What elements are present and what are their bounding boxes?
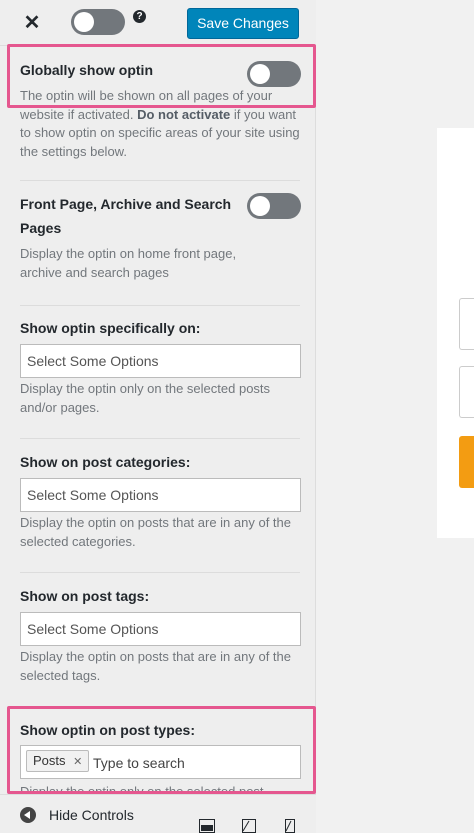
optin-activate-toggle[interactable]: [71, 9, 125, 35]
chip-remove-icon[interactable]: ✕: [73, 756, 82, 768]
preview-input-field: [459, 298, 474, 350]
section-post-categories: Show on post categories: Select Some Opt…: [20, 446, 301, 556]
section-title: Show on post tags:: [20, 588, 150, 604]
divider: [20, 305, 300, 306]
section-description: Display the optin only on the selected p…: [20, 784, 264, 794]
section-globally-show: Globally show optin The optin will be sh…: [20, 50, 301, 170]
specific-posts-select[interactable]: Select Some Options: [20, 344, 301, 378]
section-post-tags: Show on post tags: Select Some Options D…: [20, 580, 301, 690]
panel-header: ✕ ? Save Changes: [0, 0, 316, 46]
section-description: The optin will be shown on all pages of …: [20, 88, 300, 159]
section-description: Display the optin only on the selected p…: [20, 381, 271, 415]
globally-show-toggle[interactable]: [247, 61, 301, 87]
section-description: Display the optin on home front page, ar…: [20, 246, 237, 280]
divider: [20, 180, 300, 181]
tags-select[interactable]: Select Some Options: [20, 612, 301, 646]
collapse-arrow-icon: [20, 807, 36, 823]
divider: [20, 438, 300, 439]
section-description: Display the optin on posts that are in a…: [20, 649, 292, 683]
desktop-preview-icon[interactable]: [199, 819, 215, 833]
preview-input-field: [459, 366, 474, 418]
section-description: Display the optin on posts that are in a…: [20, 515, 292, 549]
section-front-page: Front Page, Archive and Search Pages Dis…: [20, 186, 301, 296]
help-icon[interactable]: ?: [133, 10, 146, 23]
type-to-search-input[interactable]: Type to search: [93, 746, 185, 780]
chip-label: Posts: [33, 753, 66, 768]
categories-select[interactable]: Select Some Options: [20, 478, 301, 512]
toggle-knob: [74, 12, 94, 32]
section-title: Front Page, Archive and Search Pages: [20, 196, 232, 236]
divider: [20, 572, 300, 573]
post-types-select[interactable]: Posts ✕ Type to search: [20, 745, 301, 779]
customizer-panel: ✕ ? Save Changes Globally show optin The…: [0, 0, 316, 833]
section-title: Show optin specifically on:: [20, 320, 201, 336]
toggle-knob: [250, 64, 270, 84]
selected-chip: Posts ✕: [26, 750, 90, 772]
site-preview: [316, 0, 474, 833]
panel-footer: Hide Controls: [0, 794, 316, 833]
section-title: Globally show optin: [20, 62, 153, 78]
section-title: Show optin on post types:: [20, 722, 195, 738]
section-post-types: Show optin on post types: Posts ✕ Type t…: [20, 714, 301, 794]
tablet-preview-icon[interactable]: [241, 819, 257, 833]
mobile-preview-icon[interactable]: [284, 819, 300, 833]
hide-controls-label: Hide Controls: [49, 807, 134, 823]
display-rules-sections: Globally show optin The optin will be sh…: [0, 46, 316, 794]
close-icon[interactable]: ✕: [20, 12, 44, 36]
section-title: Show on post categories:: [20, 454, 191, 470]
preview-submit-button: [459, 436, 474, 488]
section-specific-posts: Show optin specifically on: Select Some …: [20, 312, 301, 422]
toggle-knob: [250, 196, 270, 216]
save-button[interactable]: Save Changes: [187, 8, 299, 39]
front-page-toggle[interactable]: [247, 193, 301, 219]
divider: [20, 706, 300, 707]
